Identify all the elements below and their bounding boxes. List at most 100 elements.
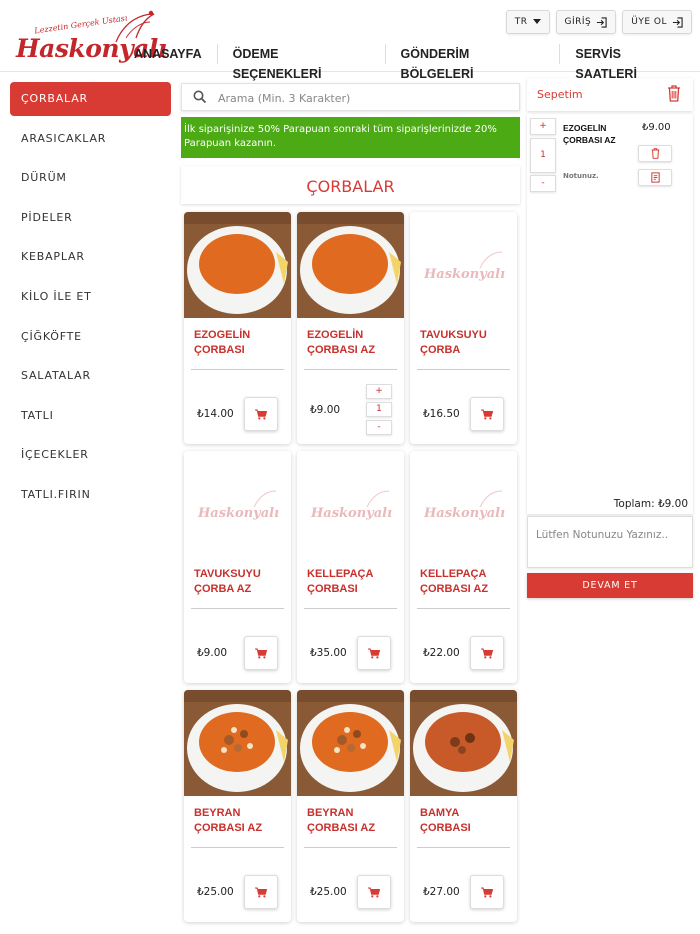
product-price: ₺16.50 bbox=[423, 408, 460, 420]
add-to-cart-button[interactable] bbox=[357, 636, 391, 670]
product-image[interactable]: Haskonyalı bbox=[410, 212, 517, 318]
category-item-kebaplar[interactable]: KEBAPLAR bbox=[10, 240, 171, 274]
category-item-corbalar[interactable]: ÇORBALAR bbox=[10, 82, 171, 116]
trash-icon bbox=[651, 148, 659, 159]
category-item-tatli[interactable]: TATLI bbox=[10, 399, 171, 433]
product-price: ₺14.00 bbox=[197, 408, 234, 420]
product-image[interactable]: Haskonyalı bbox=[410, 451, 517, 557]
cart-icon bbox=[481, 648, 493, 658]
header: Lezzetin Gerçek Ustası Haskonyalı ANASAY… bbox=[0, 0, 700, 81]
divider bbox=[191, 608, 284, 609]
cart-item-price: ₺9.00 bbox=[642, 122, 671, 133]
continue-button[interactable]: DEVAM ET bbox=[527, 573, 693, 598]
quantity-stepper: +1 - bbox=[366, 384, 392, 438]
top-buttons: TR GİRİŞ ÜYE OL bbox=[505, 10, 692, 34]
add-to-cart-button[interactable] bbox=[470, 397, 504, 431]
product-card[interactable]: EZOGELİN ÇORBASI ₺14.00 bbox=[184, 212, 291, 444]
category-item-tatli-firin[interactable]: TATLI.FIRIN bbox=[10, 478, 171, 512]
nav-home[interactable]: ANASAYFA bbox=[134, 44, 217, 64]
category-item-durum[interactable]: DÜRÜM bbox=[10, 161, 171, 195]
language-select[interactable]: TR bbox=[505, 10, 550, 34]
divider bbox=[417, 608, 510, 609]
trash-icon[interactable] bbox=[667, 85, 681, 102]
product-name: KELLEPAÇA ÇORBASI bbox=[307, 568, 373, 595]
product-image[interactable] bbox=[410, 690, 517, 796]
category-item-arasicaklar[interactable]: ARASICAKLAR bbox=[10, 122, 171, 156]
cart-item-note-button[interactable] bbox=[638, 169, 672, 186]
product-image[interactable]: Haskonyalı bbox=[297, 451, 404, 557]
nav-service-hours[interactable]: SERVİS SAATLERİ bbox=[559, 44, 700, 81]
category-item-salatalar[interactable]: SALATALAR bbox=[10, 359, 171, 393]
svg-text:Haskonyalı: Haskonyalı bbox=[423, 506, 505, 521]
divider bbox=[304, 847, 397, 848]
search-bar bbox=[181, 83, 520, 111]
category-item-pideler[interactable]: PİDELER bbox=[10, 201, 171, 235]
add-to-cart-button[interactable] bbox=[470, 636, 504, 670]
product-card[interactable]: Haskonyalı KELLEPAÇA ÇORBASI AZ ₺22.00 bbox=[410, 451, 517, 683]
add-to-cart-button[interactable] bbox=[244, 397, 278, 431]
order-note-input[interactable] bbox=[528, 517, 692, 567]
cart-icon bbox=[481, 887, 493, 897]
product-price: ₺27.00 bbox=[423, 886, 460, 898]
product-card[interactable]: BAMYA ÇORBASI ₺27.00 bbox=[410, 690, 517, 922]
product-name: TAVUKSUYU ÇORBA AZ bbox=[194, 568, 261, 595]
main-nav: ANASAYFA ÖDEME SEÇENEKLERİ GÖNDERİM BÖLG… bbox=[134, 44, 700, 81]
category-item-icecekler[interactable]: İÇECEKLER bbox=[10, 438, 171, 472]
product-price: ₺35.00 bbox=[310, 647, 347, 659]
order-note-box bbox=[527, 516, 693, 568]
product-card[interactable]: Haskonyalı KELLEPAÇA ÇORBASI ₺35.00 bbox=[297, 451, 404, 683]
product-image[interactable] bbox=[297, 212, 404, 318]
cart-icon bbox=[368, 887, 380, 897]
product-card[interactable]: Haskonyalı TAVUKSUYU ÇORBA AZ ₺9.00 bbox=[184, 451, 291, 683]
cart-header: Sepetim bbox=[527, 78, 693, 111]
brand-swirl-icon bbox=[115, 10, 155, 43]
add-to-cart-button[interactable] bbox=[244, 636, 278, 670]
product-price: ₺25.00 bbox=[310, 886, 347, 898]
cart-item-delete-button[interactable] bbox=[638, 145, 672, 162]
product-image[interactable] bbox=[297, 690, 404, 796]
add-to-cart-button[interactable] bbox=[244, 875, 278, 909]
product-name: KELLEPAÇA ÇORBASI AZ bbox=[420, 568, 489, 595]
nav-delivery-areas[interactable]: GÖNDERİM BÖLGELERİ bbox=[384, 44, 560, 81]
qty-minus-button[interactable]: - bbox=[366, 420, 392, 435]
product-card[interactable]: EZOGELİN ÇORBASI AZ ₺9.00 +1 - bbox=[297, 212, 404, 444]
cart-qty-plus-button[interactable]: + bbox=[530, 118, 556, 135]
nav-payment-options[interactable]: ÖDEME SEÇENEKLERİ bbox=[216, 44, 385, 81]
svg-text:Haskonyalı: Haskonyalı bbox=[310, 506, 392, 521]
product-price: ₺22.00 bbox=[423, 647, 460, 659]
search-icon bbox=[193, 90, 207, 104]
qty-plus-button[interactable]: + bbox=[366, 384, 392, 399]
add-to-cart-button[interactable] bbox=[357, 875, 391, 909]
cart-item-list: + 1 - EZOGELİN ÇORBASI AZ ₺9.00 Notunuz. bbox=[527, 114, 693, 514]
sign-in-icon bbox=[597, 16, 607, 28]
signup-button[interactable]: ÜYE OL bbox=[622, 10, 692, 34]
language-label: TR bbox=[514, 17, 528, 27]
product-card[interactable]: BEYRAN ÇORBASI AZ ₺25.00 bbox=[184, 690, 291, 922]
cart-icon bbox=[255, 648, 267, 658]
divider bbox=[191, 847, 284, 848]
category-item-cigkofte[interactable]: ÇİĞKÖFTE bbox=[10, 320, 171, 354]
product-name: EZOGELİN ÇORBASI bbox=[194, 329, 251, 356]
login-label: GİRİŞ bbox=[564, 17, 592, 27]
brand-logo[interactable]: Lezzetin Gerçek Ustası Haskonyalı bbox=[14, 8, 167, 66]
add-to-cart-button[interactable] bbox=[470, 875, 504, 909]
cart-icon bbox=[255, 409, 267, 419]
product-image[interactable]: Haskonyalı bbox=[184, 451, 291, 557]
product-price: ₺25.00 bbox=[197, 886, 234, 898]
product-price: ₺9.00 bbox=[310, 404, 341, 416]
divider bbox=[304, 369, 397, 370]
product-image[interactable] bbox=[184, 690, 291, 796]
divider bbox=[304, 608, 397, 609]
product-image[interactable] bbox=[184, 212, 291, 318]
cart-qty-minus-button[interactable]: - bbox=[530, 175, 556, 192]
category-item-kilo-ile-et[interactable]: KİLO İLE ET bbox=[10, 280, 171, 314]
cart-icon bbox=[481, 409, 493, 419]
product-name: BEYRAN ÇORBASI AZ bbox=[307, 807, 376, 834]
product-name: BAMYA ÇORBASI bbox=[420, 807, 471, 834]
search-input[interactable] bbox=[218, 88, 508, 108]
product-name: EZOGELİN ÇORBASI AZ bbox=[307, 329, 376, 356]
product-card[interactable]: BEYRAN ÇORBASI AZ ₺25.00 bbox=[297, 690, 404, 922]
login-button[interactable]: GİRİŞ bbox=[555, 10, 617, 34]
product-price: ₺9.00 bbox=[197, 647, 228, 659]
product-card[interactable]: Haskonyalı TAVUKSUYU ÇORBA ₺16.50 bbox=[410, 212, 517, 444]
